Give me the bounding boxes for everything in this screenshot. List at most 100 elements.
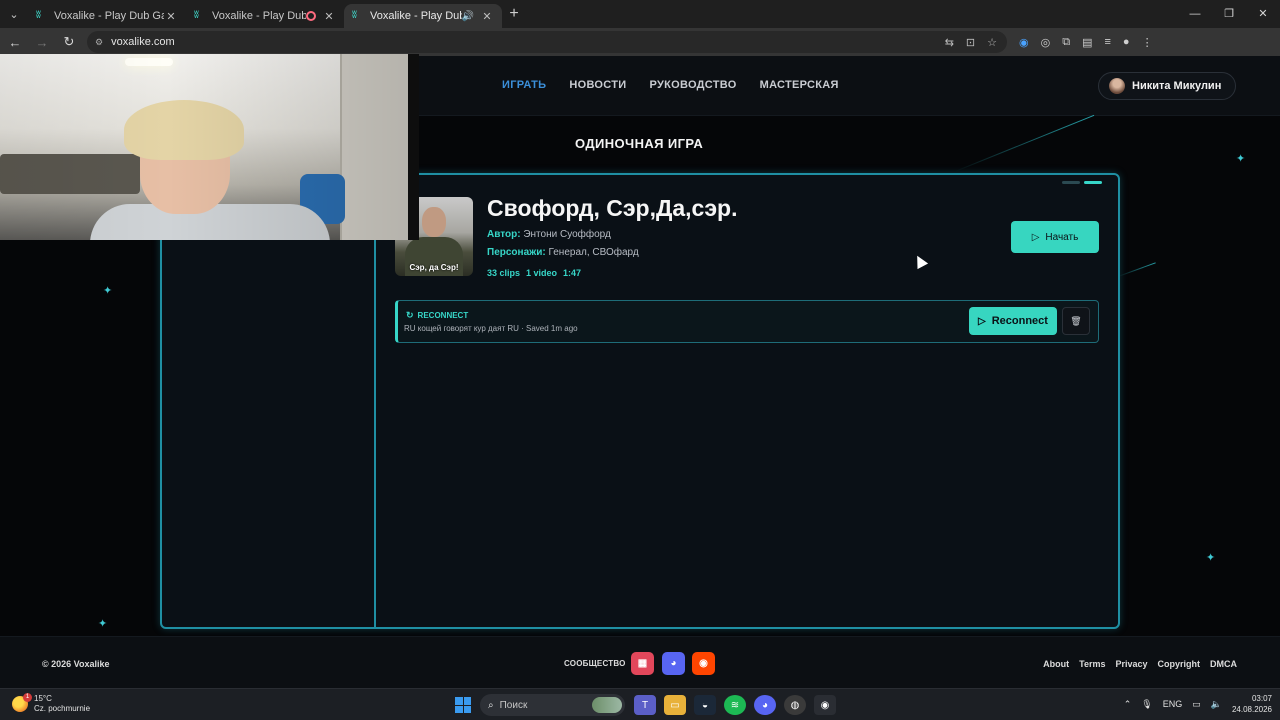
- browser-tab-2[interactable]: ʬ Voxalike - Play Dub Game C ✕: [186, 4, 344, 28]
- footer-link-privacy[interactable]: Privacy: [1115, 659, 1147, 669]
- translate-icon[interactable]: ⇆: [945, 36, 954, 49]
- game-title: Свофорд, Сэр,Да,сэр.: [487, 195, 738, 221]
- video-count: 1 video: [526, 268, 558, 278]
- thumbnail-caption: Сэр, да Сэр!: [409, 263, 459, 272]
- reconnect-icon: ↻: [406, 310, 414, 320]
- play-icon: ▷: [978, 315, 986, 327]
- volume-icon[interactable]: 🔈: [1211, 699, 1222, 710]
- reload-icon[interactable]: ↻: [57, 34, 81, 50]
- network-icon[interactable]: ▭: [1192, 699, 1201, 710]
- extension-icon[interactable]: ◉: [1019, 36, 1029, 49]
- clock[interactable]: 03:07 24.08.2026: [1232, 693, 1272, 715]
- duration: 1:47: [563, 268, 582, 278]
- extension-icon[interactable]: ◎: [1041, 36, 1051, 49]
- bookmark-star-icon[interactable]: ☆: [987, 36, 997, 49]
- minimize-icon[interactable]: —: [1178, 0, 1212, 28]
- tab-close-icon[interactable]: ✕: [164, 10, 178, 23]
- audio-playing-icon[interactable]: 🔊: [462, 11, 474, 22]
- reddit-icon[interactable]: ◉: [692, 652, 715, 675]
- footer-links: About Terms Privacy Copyright DMCA: [1043, 659, 1237, 669]
- avatar: [1109, 78, 1125, 94]
- user-menu-button[interactable]: Никита Микулин: [1098, 72, 1236, 100]
- panel-divider: [374, 175, 376, 627]
- thumbnail-figure-head: [422, 207, 446, 237]
- site-footer: © 2026 Voxalike СООБЩЕСТВО ▦ ◕ ◉ About T…: [0, 636, 1280, 688]
- forward-icon[interactable]: →: [30, 35, 54, 50]
- sparkle-icon: ✦: [103, 285, 113, 297]
- tab-search-icon[interactable]: ⌄: [0, 0, 28, 28]
- characters-value: Генерал, СВОфард: [548, 247, 639, 258]
- save-tag-label: RECONNECT: [417, 311, 469, 320]
- footer-link-copyright[interactable]: Copyright: [1158, 659, 1201, 669]
- nav-play[interactable]: ИГРАТЬ: [502, 79, 546, 91]
- discord-icon[interactable]: ◕: [754, 695, 776, 715]
- game-characters: Персонажи: Генерал, СВОфард: [487, 247, 639, 258]
- clips-count: 33 clips: [487, 268, 521, 278]
- obs-icon[interactable]: ◍: [784, 695, 806, 715]
- trash-icon: 🗑: [1070, 315, 1082, 326]
- discord-icon[interactable]: ◕: [662, 652, 685, 675]
- footer-link-terms[interactable]: Terms: [1079, 659, 1105, 669]
- microphone-icon[interactable]: 🎙: [1141, 699, 1152, 710]
- extensions-puzzle-icon[interactable]: ⧉: [1062, 36, 1070, 49]
- profile-avatar-icon[interactable]: ●: [1123, 36, 1130, 49]
- delete-save-button[interactable]: 🗑: [1062, 307, 1090, 335]
- nav-workshop[interactable]: МАСТЕРСКАЯ: [760, 79, 839, 91]
- browser-tab-bar: ⌄ ʬ Voxalike - Play Dub Game Onli ✕ ʬ Vo…: [0, 0, 1280, 28]
- tab-close-icon[interactable]: ✕: [480, 10, 494, 23]
- author-label: Автор:: [487, 229, 521, 240]
- voxalike-favicon-icon: ʬ: [352, 10, 357, 21]
- url-text: voxalike.com: [111, 36, 175, 48]
- weather-desc: Cz. pochmurnie: [34, 704, 91, 713]
- page-title: ОДИНОЧНАЯ ИГРА: [575, 136, 704, 151]
- tray-overflow-icon[interactable]: ⌃: [1124, 699, 1132, 710]
- address-bar[interactable]: ⚙ voxalike.com ⇆ ⊡ ☆: [87, 31, 1007, 53]
- tab-label: Voxalike - Play Dub Game C: [370, 10, 462, 22]
- weather-widget[interactable]: 1 15°C Cz. pochmurnie: [12, 693, 91, 714]
- install-app-icon[interactable]: ⊡: [966, 36, 975, 49]
- site-info-icon[interactable]: ⚙: [95, 37, 103, 48]
- browser-tab-1[interactable]: ʬ Voxalike - Play Dub Game Onli ✕: [28, 4, 186, 28]
- characters-label: Персонажи:: [487, 247, 546, 258]
- restore-icon[interactable]: ❐: [1212, 0, 1246, 28]
- spotify-icon[interactable]: ≋: [724, 695, 746, 715]
- system-tray: ⌃ 🎙 ENG ▭ 🔈 03:07 24.08.2026: [1124, 693, 1272, 715]
- footer-link-dmca[interactable]: DMCA: [1210, 659, 1237, 669]
- store-icon[interactable]: ▦: [631, 652, 654, 675]
- save-description: RU кощей говорят кур даят RU · Saved 1m …: [404, 324, 578, 333]
- sparkle-icon: ✦: [1236, 153, 1246, 165]
- tab-close-icon[interactable]: ✕: [322, 10, 336, 23]
- footer-link-about[interactable]: About: [1043, 659, 1069, 669]
- start-button[interactable]: ▷ Начать: [1011, 221, 1099, 253]
- teams-icon[interactable]: T: [634, 695, 656, 715]
- notification-badge: 1: [23, 693, 32, 702]
- save-tag: ↻ RECONNECT: [406, 310, 468, 321]
- voxalike-favicon-icon: ʬ: [36, 10, 41, 21]
- close-window-icon[interactable]: ✕: [1246, 0, 1280, 28]
- nav-news[interactable]: НОВОСТИ: [569, 79, 626, 91]
- community-label: СООБЩЕСТВО: [564, 659, 626, 668]
- decorative-line: [1117, 262, 1156, 277]
- browser-tab-3[interactable]: ʬ Voxalike - Play Dub Game C 🔊 ✕: [344, 4, 502, 28]
- chrome-icon[interactable]: ◉: [814, 695, 836, 715]
- reconnect-button[interactable]: ▷ Reconnect: [969, 307, 1057, 335]
- game-author: Автор: Энтони Суоффорд: [487, 229, 611, 240]
- back-icon[interactable]: ←: [3, 35, 27, 50]
- steam-icon[interactable]: ◒: [694, 695, 716, 715]
- indicator-dot-active: [1084, 181, 1102, 184]
- input-language[interactable]: ENG: [1163, 699, 1183, 709]
- sparkle-icon: ✦: [98, 618, 108, 630]
- search-highlight-image: [592, 697, 622, 713]
- sparkle-icon: ✦: [1206, 552, 1216, 564]
- new-tab-icon[interactable]: +: [502, 5, 526, 23]
- clock-time: 03:07: [1251, 694, 1272, 703]
- main-menu: ИГРАТЬ НОВОСТИ РУКОВОДСТВО МАСТЕРСКАЯ: [502, 79, 839, 91]
- file-explorer-icon[interactable]: ▭: [664, 695, 686, 715]
- nav-guide[interactable]: РУКОВОДСТВО: [649, 79, 736, 91]
- side-panel-icon[interactable]: ▤: [1082, 36, 1092, 49]
- media-control-icon[interactable]: ≡: [1104, 36, 1110, 49]
- clock-date: 24.08.2026: [1231, 705, 1272, 714]
- windows-start-icon[interactable]: [455, 697, 471, 713]
- taskbar-search[interactable]: ⌕ Поиск: [480, 694, 625, 716]
- browser-menu-icon[interactable]: ⋮: [1142, 36, 1153, 49]
